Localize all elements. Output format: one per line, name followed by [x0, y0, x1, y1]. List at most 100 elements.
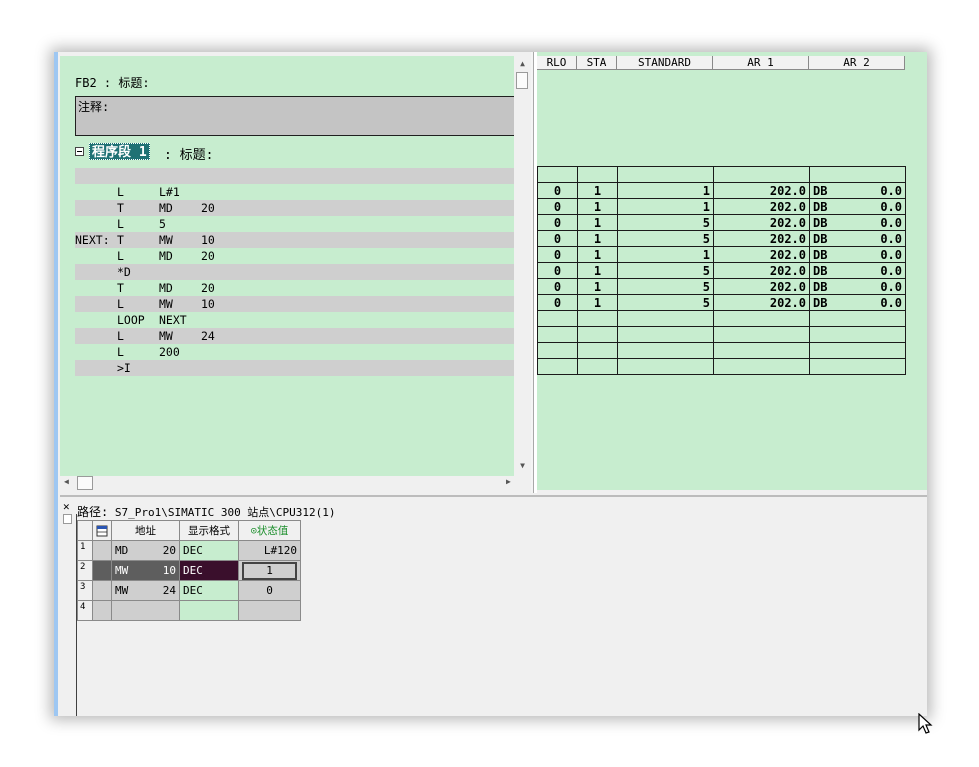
- status-standard: 1: [617, 182, 714, 199]
- format-cell[interactable]: DEC: [179, 560, 239, 581]
- status-cell: [537, 166, 578, 183]
- status-ar2: DB 0.0: [809, 198, 906, 215]
- status-standard: 1: [617, 198, 714, 215]
- status-value-cell[interactable]: 1: [238, 560, 301, 581]
- code-line[interactable]: T MD 20: [75, 280, 514, 296]
- row-marker[interactable]: [92, 560, 112, 581]
- corner-cell: [77, 520, 93, 541]
- hscroll-thumb[interactable]: [77, 476, 93, 490]
- scroll-up-icon[interactable]: ▲: [514, 59, 531, 68]
- row-marker[interactable]: [92, 540, 112, 561]
- status-ar2-value: 0.0: [880, 295, 902, 310]
- variable-row[interactable]: 2 MW 10 DEC 1: [77, 560, 301, 581]
- code-a1: 200: [159, 345, 180, 359]
- code-line[interactable]: L MW 10: [75, 296, 514, 312]
- address-number: 24: [162, 584, 176, 597]
- code-line[interactable]: *D: [75, 264, 514, 280]
- scroll-thumb[interactable]: [516, 72, 528, 89]
- status-cell: [809, 358, 906, 375]
- block-comment-box[interactable]: 注释:: [75, 96, 514, 136]
- status-standard: 1: [617, 246, 714, 263]
- header-icon-cell: [92, 520, 112, 541]
- code-line[interactable]: L 200: [75, 344, 514, 360]
- row-number[interactable]: 4: [77, 600, 93, 621]
- variable-row[interactable]: 1 MD 20 DEC L#120: [77, 540, 301, 561]
- code-line[interactable]: >I: [75, 360, 514, 376]
- row-number[interactable]: 3: [77, 580, 93, 601]
- tab-icon[interactable]: [63, 514, 72, 524]
- status-row-empty: [537, 342, 906, 359]
- status-value-edit[interactable]: 1: [242, 561, 297, 580]
- status-ar2: DB 0.0: [809, 246, 906, 263]
- format-cell[interactable]: [179, 600, 239, 621]
- status-ar2-value: 0.0: [880, 231, 902, 246]
- status-ar2-db: DB: [813, 215, 828, 230]
- code-line[interactable]: L5: [75, 216, 514, 232]
- status-cell: [577, 166, 618, 183]
- col-standard: STANDARD: [617, 56, 713, 70]
- address-cell[interactable]: [111, 600, 180, 621]
- stl-editor[interactable]: FB2 : 标题: 注释: 程序段 1 : 标题: L L#1 T MD 20 L 5 NEX…: [60, 56, 514, 476]
- code-line[interactable]: L MD 20: [75, 248, 514, 264]
- status-ar2-db: DB: [813, 279, 828, 294]
- status-cell: [577, 326, 618, 343]
- code-line[interactable]: L L#1: [75, 184, 514, 200]
- status-ar2-value: 0.0: [880, 199, 902, 214]
- close-icon[interactable]: ✕: [63, 501, 70, 512]
- address-cell[interactable]: MD 20: [111, 540, 180, 561]
- table-icon: [96, 525, 108, 536]
- window-accent-bar: [54, 52, 58, 716]
- code-op: L: [117, 249, 124, 263]
- status-rlo: 0: [537, 262, 578, 279]
- status-row: 0 1 5 202.0 DB 0.0: [537, 214, 906, 231]
- code-label: NEXT:: [75, 233, 110, 247]
- col-sta: STA: [577, 56, 617, 70]
- status-ar1: 202.0: [713, 182, 810, 199]
- row-number[interactable]: 2: [77, 560, 93, 581]
- format-cell[interactable]: DEC: [179, 540, 239, 561]
- format-cell[interactable]: DEC: [179, 580, 239, 601]
- status-ar2-db: DB: [813, 199, 828, 214]
- scroll-down-icon[interactable]: ▼: [514, 461, 531, 470]
- status-ar1: 202.0: [713, 214, 810, 231]
- row-marker[interactable]: [92, 580, 112, 601]
- status-value-cell[interactable]: L#120: [238, 540, 301, 561]
- variable-row[interactable]: 3 MW 24 DEC 0: [77, 580, 301, 601]
- status-cell: [537, 358, 578, 375]
- code-a1: MW: [159, 297, 173, 311]
- code-op: L: [117, 329, 124, 343]
- code-a1: MD: [159, 249, 173, 263]
- network-collapse-icon[interactable]: [75, 147, 84, 156]
- code-lines: L L#1 T MD 20 L 5 NEXT: T MW 10 L MD 20 *D T MD 20 L MW 10 LO…: [75, 184, 514, 376]
- network-title: : 标题:: [164, 148, 214, 163]
- status-standard: 5: [617, 294, 714, 311]
- code-line[interactable]: L MW 24: [75, 328, 514, 344]
- row-number[interactable]: 1: [77, 540, 93, 561]
- code-op: L: [117, 297, 124, 311]
- status-pane: RLO STA STANDARD AR 1 AR 2 0 1 1 202.0 DB 0.0…: [537, 52, 927, 490]
- status-rlo: 0: [537, 294, 578, 311]
- status-cell: [713, 342, 810, 359]
- code-line[interactable]: T MD 20: [75, 200, 514, 216]
- status-value-cell[interactable]: 0: [238, 580, 301, 601]
- scroll-right-icon[interactable]: ▶: [506, 477, 511, 486]
- network-name[interactable]: 程序段 1: [89, 143, 150, 160]
- address-cell[interactable]: MW 24: [111, 580, 180, 601]
- code-a2: 20: [201, 281, 215, 295]
- address-cell[interactable]: MW 10: [111, 560, 180, 581]
- scroll-left-icon[interactable]: ◀: [64, 477, 69, 486]
- path-line: 路径: S7_Pro1\SIMATIC 300 站点\CPU312(1): [77, 503, 336, 520]
- status-cell: [537, 326, 578, 343]
- network-comment-row[interactable]: [75, 168, 514, 184]
- code-line[interactable]: NEXT: T MW 10: [75, 232, 514, 248]
- row-marker[interactable]: [92, 600, 112, 621]
- code-op: T: [117, 201, 124, 215]
- status-value-cell[interactable]: [238, 600, 301, 621]
- status-row-empty: [537, 326, 906, 343]
- variable-row[interactable]: 4: [77, 600, 301, 621]
- editor-horizontal-scrollbar[interactable]: ◀ ▶: [60, 476, 531, 490]
- editor-vertical-scrollbar[interactable]: ▲ ▼: [514, 56, 531, 476]
- code-a1: L#1: [159, 185, 180, 199]
- status-ar2: DB 0.0: [809, 294, 906, 311]
- code-line[interactable]: LOOP NEXT: [75, 312, 514, 328]
